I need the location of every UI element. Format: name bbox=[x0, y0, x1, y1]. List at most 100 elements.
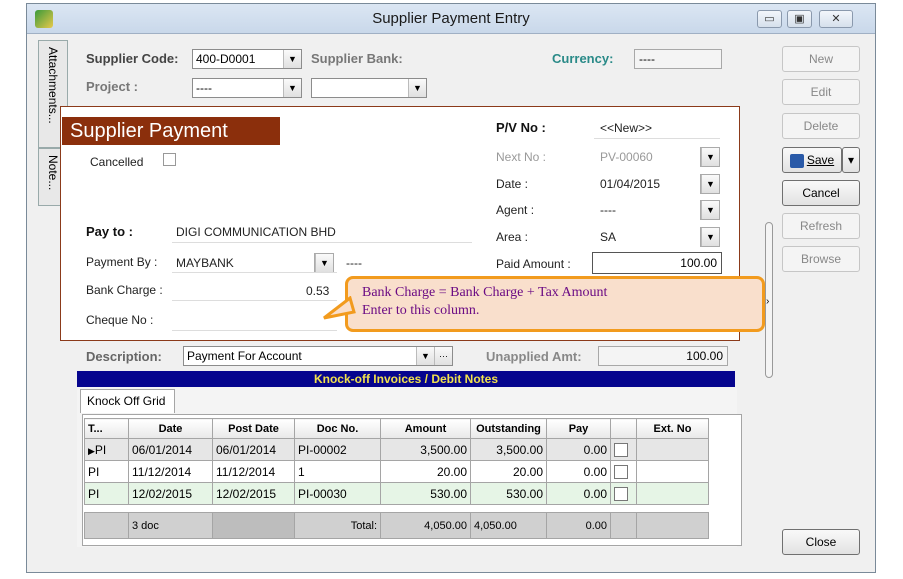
paid-amount-input[interactable]: 100.00 bbox=[592, 252, 722, 274]
cell-ext-no bbox=[636, 460, 709, 483]
cell-check bbox=[610, 482, 637, 505]
cell-doc-no: PI-00030 bbox=[294, 482, 381, 505]
col-header-check[interactable] bbox=[610, 418, 637, 439]
description-combo[interactable]: Payment For Account ▼ ··· bbox=[183, 346, 453, 366]
col-header-type[interactable]: T... bbox=[84, 418, 129, 439]
next-no-combo[interactable]: ▼ bbox=[700, 147, 720, 167]
footer-cell bbox=[610, 512, 637, 539]
cell-doc-no: PI-00002 bbox=[294, 438, 381, 461]
footer-cell bbox=[212, 512, 295, 539]
cancelled-checkbox[interactable] bbox=[163, 153, 176, 166]
supplier-code-label: Supplier Code: bbox=[86, 51, 179, 66]
table-row[interactable]: PI 12/02/2015 12/02/2015 PI-00030 530.00… bbox=[84, 482, 709, 505]
agent-value[interactable]: ---- bbox=[600, 203, 616, 217]
next-no-label: Next No : bbox=[496, 150, 547, 164]
cell-check bbox=[610, 460, 637, 483]
pv-no-label: P/V No : bbox=[496, 120, 546, 135]
project-combo[interactable]: ---- ▼ bbox=[192, 78, 302, 98]
callout-pointer bbox=[323, 296, 356, 320]
date-combo[interactable]: ▼ bbox=[700, 174, 720, 194]
col-header-doc-no[interactable]: Doc No. bbox=[294, 418, 381, 439]
agent-combo[interactable]: ▼ bbox=[700, 200, 720, 220]
col-header-post-date[interactable]: Post Date bbox=[212, 418, 295, 439]
table-footer: 3 doc Total: 4,050.00 4,050.00 0.00 bbox=[84, 512, 709, 539]
footer-pay: 0.00 bbox=[546, 512, 611, 539]
chevron-down-icon[interactable]: ▼ bbox=[701, 148, 719, 166]
cell-pay[interactable]: 0.00 bbox=[546, 438, 611, 461]
chevron-down-icon[interactable]: ▼ bbox=[416, 347, 434, 365]
minimize-button[interactable]: ▭ bbox=[757, 10, 782, 28]
refresh-button[interactable]: Refresh bbox=[782, 213, 860, 239]
payment-by-label: Payment By : bbox=[86, 255, 158, 269]
payment-by-value[interactable]: MAYBANK bbox=[176, 256, 234, 270]
delete-button[interactable]: Delete bbox=[782, 113, 860, 139]
chevron-down-icon[interactable]: ▼ bbox=[283, 50, 301, 68]
knockoff-checkbox[interactable] bbox=[614, 442, 628, 457]
date-value[interactable]: 01/04/2015 bbox=[600, 177, 660, 191]
close-button[interactable]: Close bbox=[782, 529, 860, 555]
tab-knock-off-grid[interactable]: Knock Off Grid bbox=[80, 389, 175, 413]
save-dropdown-button[interactable]: ▾ bbox=[842, 147, 860, 173]
chevron-down-icon[interactable]: ▼ bbox=[315, 254, 333, 272]
currency-field: ---- bbox=[634, 49, 722, 69]
cell-pay[interactable]: 0.00 bbox=[546, 482, 611, 505]
more-options-icon[interactable]: ··· bbox=[434, 347, 452, 365]
payment-by-extra: ---- bbox=[346, 256, 362, 270]
table-row[interactable]: PI 11/12/2014 11/12/2014 1 20.00 20.00 0… bbox=[84, 460, 709, 483]
col-header-amount[interactable]: Amount bbox=[380, 418, 471, 439]
chevron-down-icon[interactable]: ▼ bbox=[283, 79, 301, 97]
supplier-code-combo[interactable]: 400-D0001 ▼ bbox=[192, 49, 302, 69]
agent-label: Agent : bbox=[496, 203, 535, 217]
knockoff-checkbox[interactable] bbox=[614, 486, 628, 501]
chevron-down-icon[interactable]: ▼ bbox=[408, 79, 426, 97]
area-combo[interactable]: ▼ bbox=[700, 227, 720, 247]
col-header-outstanding[interactable]: Outstanding bbox=[470, 418, 547, 439]
chevron-down-icon[interactable]: ▼ bbox=[701, 175, 719, 193]
cell-outstanding: 20.00 bbox=[470, 460, 547, 483]
footer-outstanding: 4,050.00 bbox=[470, 512, 547, 539]
project-value: ---- bbox=[196, 81, 212, 95]
paid-amount-label: Paid Amount : bbox=[496, 257, 571, 271]
description-label: Description: bbox=[86, 349, 162, 364]
cell-ext-no bbox=[636, 438, 709, 461]
new-button[interactable]: New bbox=[782, 46, 860, 72]
window-title: Supplier Payment Entry bbox=[372, 10, 530, 27]
area-label: Area : bbox=[496, 230, 529, 244]
panel-title: Supplier Payment bbox=[62, 117, 280, 145]
payment-by-combo[interactable]: ▼ bbox=[314, 253, 334, 273]
pv-no-value: <<New>> bbox=[600, 121, 653, 135]
table-row[interactable]: ▶PI 06/01/2014 06/01/2014 PI-00002 3,500… bbox=[84, 438, 709, 461]
area-value[interactable]: SA bbox=[600, 230, 616, 244]
cell-post-date: 06/01/2014 bbox=[212, 438, 295, 461]
col-header-pay[interactable]: Pay bbox=[546, 418, 611, 439]
browse-button[interactable]: Browse bbox=[782, 246, 860, 272]
divider bbox=[172, 330, 337, 331]
save-button[interactable]: Save bbox=[782, 147, 842, 173]
pay-to-value[interactable]: DIGI COMMUNICATION BHD bbox=[176, 225, 336, 239]
knockoff-checkbox[interactable] bbox=[614, 464, 628, 479]
cell-post-date: 12/02/2015 bbox=[212, 482, 295, 505]
cell-outstanding: 3,500.00 bbox=[470, 438, 547, 461]
cell-ext-no bbox=[636, 482, 709, 505]
title-bar: Supplier Payment Entry ▭ ▣ ✕ bbox=[27, 4, 875, 34]
annotation-callout: Bank Charge = Bank Charge + Tax Amount E… bbox=[345, 276, 765, 332]
knockoff-banner: Knock-off Invoices / Debit Notes bbox=[77, 371, 735, 387]
edit-button[interactable]: Edit bbox=[782, 79, 860, 105]
col-header-ext-no[interactable]: Ext. No bbox=[636, 418, 709, 439]
chevron-right-icon[interactable]: › bbox=[766, 296, 769, 307]
chevron-down-icon[interactable]: ▼ bbox=[701, 201, 719, 219]
cell-type: PI bbox=[84, 460, 129, 483]
divider bbox=[594, 138, 720, 139]
bank-charge-label: Bank Charge : bbox=[86, 283, 163, 297]
description-value: Payment For Account bbox=[187, 349, 302, 363]
supplier-bank-combo[interactable]: ▼ bbox=[311, 78, 427, 98]
knockoff-table: T... Date Post Date Doc No. Amount Outst… bbox=[84, 418, 709, 539]
close-window-button[interactable]: ✕ bbox=[819, 10, 853, 28]
cell-pay[interactable]: 0.00 bbox=[546, 460, 611, 483]
cell-amount: 20.00 bbox=[380, 460, 471, 483]
chevron-down-icon[interactable]: ▼ bbox=[701, 228, 719, 246]
maximize-button[interactable]: ▣ bbox=[787, 10, 812, 28]
floppy-disk-icon bbox=[789, 153, 804, 168]
cancel-button[interactable]: Cancel bbox=[782, 180, 860, 206]
col-header-date[interactable]: Date bbox=[128, 418, 213, 439]
